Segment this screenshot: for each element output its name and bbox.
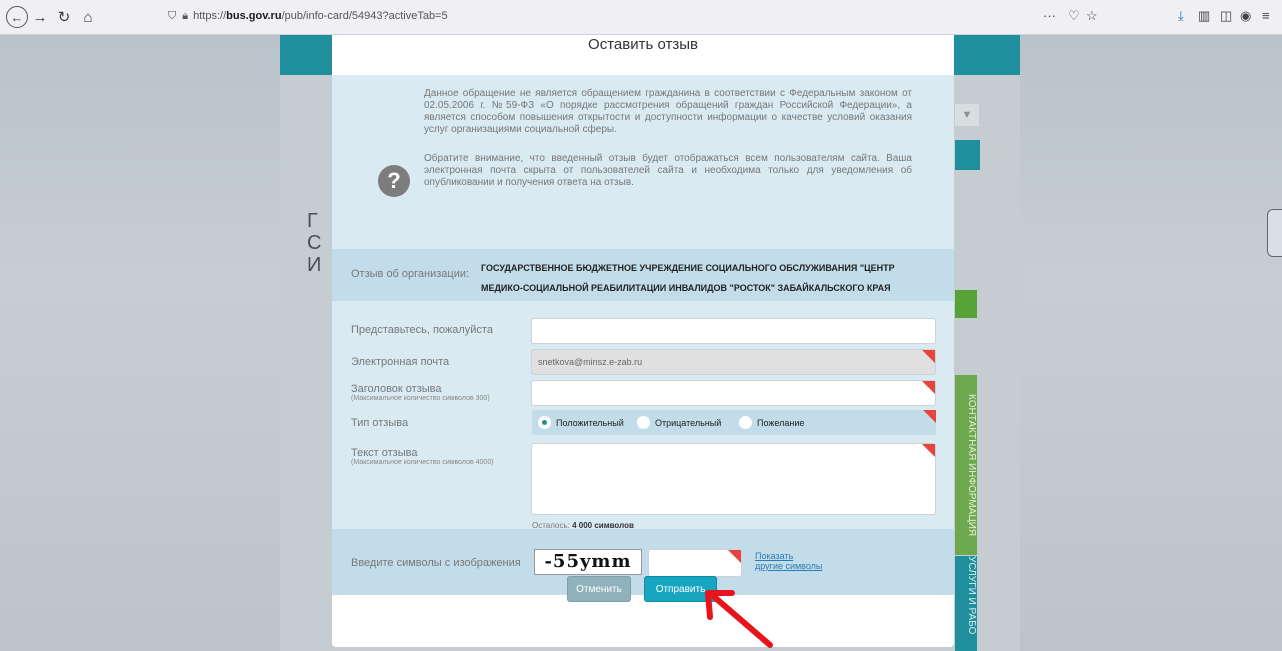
radio-label: Отрицательный (655, 417, 722, 428)
radio-dot (637, 416, 650, 429)
review-text-area[interactable] (531, 443, 936, 515)
home-icon[interactable]: ⌂ (76, 5, 100, 29)
extension-icon[interactable]: ◉ (1240, 8, 1251, 24)
text-hint: (Максимальное количество символов 4000) (351, 459, 494, 466)
info-notice: Данное обращение не является обращением … (424, 88, 912, 135)
review-form: Представьтесь, пожалуйста Электронная по… (332, 301, 954, 530)
reload-icon[interactable]: ↻ (52, 5, 76, 29)
sidebar-icon[interactable]: ◫ (1220, 8, 1232, 24)
link-line: Показать (755, 551, 794, 561)
title-hint: (Максимальное количество символов 300) (351, 395, 490, 402)
text-label-text: Текст отзыва (351, 447, 418, 459)
info-visibility-notice: Обратите внимание, что введенный отзыв б… (424, 153, 912, 188)
browser-toolbar: ← → ↻ ⌂ ⛉ 🔒︎ https://bus.gov.ru/pub/info… (0, 0, 1282, 35)
refresh-captcha-link[interactable]: Показать другие символы (755, 551, 822, 571)
pocket-icon[interactable]: ♡ (1068, 8, 1080, 24)
name-label: Представьтесь, пожалуйста (351, 324, 493, 336)
type-label: Тип отзыва (351, 417, 409, 429)
required-marker (922, 444, 935, 457)
menu-icon[interactable]: ≡ (1262, 8, 1270, 23)
radio-dot (538, 416, 551, 429)
organization-row: Отзыв об организации: ГОСУДАРСТВЕННОЕ БЮ… (332, 249, 954, 301)
address-bar[interactable]: ⛉ 🔒︎ https://bus.gov.ru/pub/info-card/54… (168, 5, 1043, 27)
annotation-arrow-icon (705, 590, 773, 648)
bg-heading-letter: И (307, 254, 322, 276)
title-input[interactable] (531, 380, 936, 406)
required-marker (922, 381, 935, 394)
captcha-image: -55ymm (534, 549, 642, 575)
feedback-edge-icon (1267, 209, 1282, 257)
radio-label: Пожелание (757, 417, 805, 428)
question-icon: ? (378, 165, 410, 197)
radio-dot (739, 416, 752, 429)
url-host: bus.gov.ru (226, 10, 282, 22)
radio-suggestion[interactable]: Пожелание (739, 416, 804, 429)
organization-name: ГОСУДАРСТВЕННОЕ БЮДЖЕТНОЕ УЧРЕЖДЕНИЕ СОЦ… (481, 263, 895, 293)
page-actions-icon[interactable]: ··· (1043, 8, 1056, 23)
email-value: snetkova@minsz.e-zab.ru (538, 357, 643, 367)
shield-icon: ⛉ (168, 9, 177, 22)
radio-negative[interactable]: Отрицательный (637, 416, 721, 429)
downloads-icon[interactable]: ⤓ (1178, 8, 1184, 24)
radio-positive[interactable]: Положительный (538, 416, 624, 429)
name-input[interactable] (531, 318, 936, 344)
site-button (955, 140, 980, 170)
text-label: Текст отзыва (Максимальное количество сим… (351, 447, 494, 466)
library-icon[interactable]: ▥ (1198, 8, 1210, 24)
bookmark-star-icon[interactable]: ☆ (1086, 8, 1098, 24)
title-label-text: Заголовок отзыва (351, 383, 442, 395)
radio-label: Положительный (556, 417, 624, 428)
cancel-button[interactable]: Отменить (567, 576, 631, 602)
title-label: Заголовок отзыва (Максимальное количество… (351, 383, 490, 402)
forward-icon[interactable]: → (28, 5, 52, 29)
required-marker (922, 350, 935, 363)
captcha-input[interactable] (648, 549, 742, 577)
review-dialog: Оставить отзыв ? Данное обращение не явл… (332, 35, 954, 647)
bg-heading-letter: С (307, 232, 322, 254)
info-panel: ? Данное обращение не является обращение… (332, 75, 954, 249)
site-button (955, 290, 977, 318)
tab-contacts: КОНТАКТНАЯ ИНФОРМАЦИЯ (955, 375, 977, 555)
required-marker (923, 410, 936, 423)
url-path: /pub/info-card/54943?activeTab=5 (281, 10, 448, 22)
required-marker (728, 550, 741, 563)
url-prefix: https:// (193, 10, 227, 22)
captcha-label: Введите символы с изображения (351, 557, 521, 569)
review-type-group: Положительный Отрицательный Пожелание (532, 410, 936, 435)
tab-services: УСЛУГИ И РАБО (955, 556, 977, 651)
email-field[interactable]: snetkova@minsz.e-zab.ru (531, 349, 936, 375)
captcha-row: Введите символы с изображения -55ymm Пок… (332, 529, 954, 595)
bg-heading-letter: Г (307, 210, 318, 232)
organization-label: Отзыв об организации: (351, 268, 470, 280)
lock-icon: 🔒︎ (182, 9, 189, 22)
dialog-title: Оставить отзыв (588, 36, 698, 53)
chevron-down-icon: ▼ (955, 104, 979, 126)
link-line: другие символы (755, 561, 823, 571)
back-icon[interactable]: ← (6, 6, 28, 28)
email-label: Электронная почта (351, 356, 450, 368)
